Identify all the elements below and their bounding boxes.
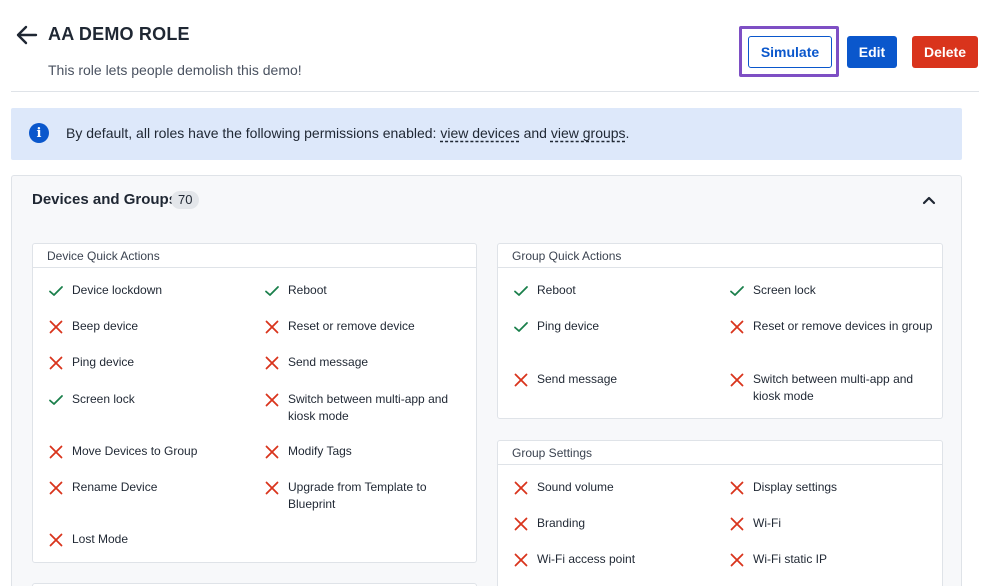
- card-title: Group Quick Actions: [512, 249, 622, 263]
- permission-label: Branding: [537, 516, 586, 530]
- devices-and-groups-section-header[interactable]: Devices and Groups 70: [11, 175, 962, 223]
- permission-label: Reboot: [537, 283, 576, 297]
- x-icon: [49, 481, 63, 495]
- permission-label: Switch between multi-app and kiosk mode: [288, 392, 449, 423]
- x-icon: [730, 553, 744, 567]
- page-subtitle: This role lets people demolish this demo…: [48, 62, 302, 78]
- page-header: AA DEMO ROLE This role lets people demol…: [0, 0, 994, 92]
- permission-label: Wi-Fi static IP: [753, 552, 827, 566]
- info-text-middle: and: [519, 125, 551, 141]
- permission-label: Beep device: [72, 319, 139, 333]
- permission-label: Send message: [537, 372, 618, 386]
- back-arrow-icon[interactable]: [14, 24, 38, 46]
- info-text: By default, all roles have the following…: [66, 125, 629, 141]
- x-icon: [730, 481, 744, 495]
- permission-label: Device lockdown: [72, 283, 163, 297]
- permission-label: Wi-Fi access point: [537, 552, 636, 566]
- permission-label: Reset or remove device: [288, 319, 415, 333]
- x-icon: [49, 533, 63, 547]
- x-icon: [514, 517, 528, 531]
- card-title-divider: [498, 267, 942, 268]
- permission-label: Reset or remove devices in group: [753, 319, 933, 333]
- check-icon: [514, 322, 528, 332]
- x-icon: [49, 356, 63, 370]
- check-icon: [514, 286, 528, 296]
- x-icon: [265, 393, 279, 407]
- x-icon: [514, 481, 528, 495]
- device-quick-actions-card: Device Quick Actions Device lockdown Rebo…: [32, 243, 477, 563]
- card-title: Group Settings: [512, 446, 593, 460]
- permission-label: Ping device: [537, 319, 600, 333]
- view-groups-link[interactable]: view groups: [551, 125, 626, 141]
- info-text-after: .: [625, 125, 630, 141]
- permission-label: Screen lock: [72, 392, 135, 406]
- permission-label: Screen lock: [753, 283, 816, 297]
- permission-label: Send message: [288, 355, 369, 369]
- x-icon: [265, 481, 279, 495]
- info-text-before: By default, all roles have the following…: [66, 125, 441, 141]
- delete-button[interactable]: Delete: [912, 36, 978, 68]
- page-title: AA DEMO ROLE: [48, 24, 190, 44]
- card-title: Device Quick Actions: [47, 249, 160, 263]
- x-icon: [514, 553, 528, 567]
- group-settings-card: Group Settings Sound volume Display setti…: [497, 440, 943, 586]
- view-devices-link[interactable]: view devices: [440, 125, 519, 141]
- x-icon: [49, 320, 63, 334]
- devices-and-groups-section-body: Device Quick Actions Device lockdown Rebo…: [11, 222, 962, 586]
- section-title: Devices and Groups: [32, 191, 178, 208]
- permission-label: Wi-Fi: [753, 516, 781, 530]
- check-icon: [730, 286, 744, 296]
- check-icon: [265, 286, 279, 296]
- x-icon: [265, 320, 279, 334]
- chevron-up-icon[interactable]: [921, 193, 937, 207]
- permission-label: Ping device: [72, 355, 135, 369]
- permission-label: Move Devices to Group: [72, 444, 198, 458]
- info-banner: i By default, all roles have the followi…: [11, 108, 962, 160]
- x-icon: [730, 320, 744, 334]
- x-icon: [730, 373, 744, 387]
- permission-label: Sound volume: [537, 480, 614, 494]
- permission-label: Display settings: [753, 480, 838, 494]
- permission-label: Reboot: [288, 283, 327, 297]
- x-icon: [265, 356, 279, 370]
- card-title-divider: [33, 267, 476, 268]
- permission-label: Upgrade from Template to Blueprint: [288, 480, 427, 511]
- permission-label: Rename Device: [72, 480, 158, 494]
- header-divider: [11, 91, 979, 92]
- x-icon: [514, 373, 528, 387]
- card-title-divider: [498, 464, 942, 465]
- x-icon: [730, 517, 744, 531]
- permission-label: Modify Tags: [288, 444, 352, 458]
- group-quick-actions-card: Group Quick Actions Reboot Screen lock Pin…: [497, 243, 943, 419]
- simulate-button[interactable]: Simulate: [748, 36, 832, 68]
- info-icon: i: [29, 123, 49, 143]
- check-icon: [49, 286, 63, 296]
- permission-label: Switch between multi-app and kiosk mode: [753, 372, 914, 403]
- x-icon: [49, 445, 63, 459]
- permission-label: Lost Mode: [72, 532, 129, 546]
- count-badge: 70: [171, 191, 200, 209]
- check-icon: [49, 395, 63, 405]
- edit-button[interactable]: Edit: [847, 36, 897, 68]
- x-icon: [265, 445, 279, 459]
